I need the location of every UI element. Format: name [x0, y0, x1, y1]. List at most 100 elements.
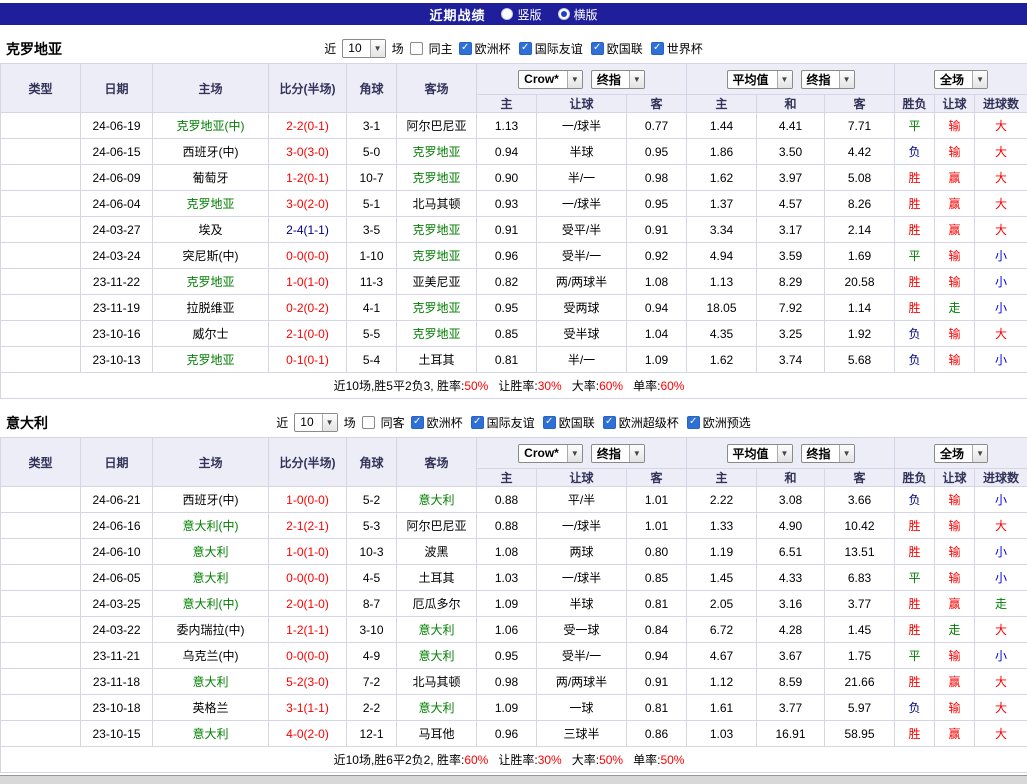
result-outcome: 平 — [895, 643, 935, 669]
layout-radio-horizontal[interactable]: 横版 — [558, 6, 598, 23]
checkbox-checked-icon[interactable]: ✓ — [543, 416, 556, 429]
competition-filter[interactable]: ✓欧国联 — [543, 414, 595, 431]
crown-away-odds: 0.95 — [627, 139, 687, 165]
average-odds-select[interactable]: 平均值 ▼ — [727, 70, 793, 89]
competition-filter[interactable]: ✓欧洲预选 — [687, 414, 751, 431]
radio-label: 横版 — [574, 6, 598, 23]
subcol-crown-handicap: 让球 — [537, 469, 627, 487]
subcol-avg-draw: 和 — [757, 469, 825, 487]
competition-label: 国际友谊 — [535, 40, 583, 57]
match-date: 24-06-09 — [81, 165, 153, 191]
bookmaker-select[interactable]: Crow* ▼ — [518, 70, 583, 89]
result-handicap: 走 — [935, 295, 975, 321]
competition-type: 欧洲杯 — [1, 269, 81, 295]
col-header-home: 主场 — [153, 64, 269, 113]
checkbox-checked-icon[interactable]: ✓ — [687, 416, 700, 429]
scope-select[interactable]: 全场 ▼ — [934, 444, 988, 463]
scope-group-header: 全场 ▼ — [895, 438, 1027, 469]
chevron-down-icon: ▼ — [972, 71, 987, 88]
result-outcome: 负 — [895, 487, 935, 513]
checkbox-checked-icon[interactable]: ✓ — [651, 42, 664, 55]
avg-away-odds: 8.26 — [825, 191, 895, 217]
scope-select[interactable]: 全场 ▼ — [934, 70, 988, 89]
crown-away-odds: 0.94 — [627, 643, 687, 669]
summary-part: 大率: — [572, 753, 599, 767]
match-score: 4-0(2-0) — [269, 721, 347, 747]
recent-results-page: 近期战绩 竖版 横版 克罗地亚 近 10 ▼ 场 同主 ✓欧洲杯✓国际友谊✓欧国… — [0, 0, 1027, 784]
summary-part: 30% — [538, 753, 562, 767]
crown-handicap-line: 两/两球半 — [537, 269, 627, 295]
result-handicap: 输 — [935, 243, 975, 269]
checkbox-checked-icon[interactable]: ✓ — [459, 42, 472, 55]
away-team: 土耳其 — [397, 565, 477, 591]
crown-home-odds: 0.81 — [477, 347, 537, 373]
corner-count: 5-3 — [347, 513, 397, 539]
avg-away-odds: 13.51 — [825, 539, 895, 565]
same-venue-checkbox[interactable] — [362, 416, 375, 429]
competition-filter[interactable]: ✓欧国联 — [591, 40, 643, 57]
avg-away-odds: 21.66 — [825, 669, 895, 695]
subcol-avg-draw: 和 — [757, 95, 825, 113]
croatia-results-table: 类型 日期 主场 比分(半场) 角球 客场 Crow* ▼ 终指 — [0, 63, 1027, 399]
match-date: 23-10-13 — [81, 347, 153, 373]
layout-radio-vertical[interactable]: 竖版 — [501, 6, 541, 23]
match-row: 欧洲杯23-11-22克罗地亚1-0(1-0)11-3亚美尼亚0.82两/两球半… — [1, 269, 1027, 295]
competition-filter[interactable]: ✓欧洲杯 — [459, 40, 511, 57]
competition-filter[interactable]: ✓世界杯 — [651, 40, 703, 57]
match-score: 3-0(2-0) — [269, 191, 347, 217]
average-odds-group-header: 平均值 ▼ 终指 ▼ — [687, 64, 895, 95]
subcol-crown-handicap: 让球 — [537, 95, 627, 113]
checkbox-checked-icon[interactable]: ✓ — [603, 416, 616, 429]
team-section-croatia: 克罗地亚 近 10 ▼ 场 同主 ✓欧洲杯✓国际友谊✓欧国联✓世界杯 类型 日期 — [0, 36, 1027, 399]
match-score: 2-2(0-1) — [269, 113, 347, 139]
final-odds-select[interactable]: 终指 ▼ — [591, 70, 645, 89]
match-date: 24-03-22 — [81, 617, 153, 643]
result-goals: 小 — [975, 243, 1027, 269]
competition-type: 欧洲杯 — [1, 721, 81, 747]
summary-part: 60% — [464, 753, 488, 767]
crown-handicap-line: 一球 — [537, 695, 627, 721]
avg-home-odds: 18.05 — [687, 295, 757, 321]
result-handicap: 赢 — [935, 217, 975, 243]
competition-filter[interactable]: ✓欧洲杯 — [411, 414, 463, 431]
bookmaker-select[interactable]: Crow* ▼ — [518, 444, 583, 463]
checkbox-checked-icon[interactable]: ✓ — [519, 42, 532, 55]
corner-count: 4-5 — [347, 565, 397, 591]
avg-draw-odds: 4.90 — [757, 513, 825, 539]
subcol-crown-home: 主 — [477, 469, 537, 487]
match-count-value: 10 — [300, 415, 321, 429]
competition-type: 国际友谊 — [1, 539, 81, 565]
match-count-select[interactable]: 10 ▼ — [342, 39, 385, 58]
avg-draw-odds: 3.25 — [757, 321, 825, 347]
summary-part: 50% — [660, 753, 684, 767]
crown-handicap-line: 半/一 — [537, 347, 627, 373]
final-odds-select[interactable]: 终指 ▼ — [801, 70, 855, 89]
checkbox-checked-icon[interactable]: ✓ — [411, 416, 424, 429]
crown-away-odds: 0.81 — [627, 591, 687, 617]
crown-handicap-line: 受半/一 — [537, 643, 627, 669]
match-row: 欧洲杯23-11-19拉脱维亚0-2(0-2)4-1克罗地亚0.95受两球0.9… — [1, 295, 1027, 321]
avg-draw-odds: 8.59 — [757, 669, 825, 695]
avg-home-odds: 3.34 — [687, 217, 757, 243]
competition-filter[interactable]: ✓欧洲超级杯 — [603, 414, 679, 431]
result-goals: 小 — [975, 487, 1027, 513]
home-team: 克罗地亚 — [153, 191, 269, 217]
competition-type: 国际友谊 — [1, 565, 81, 591]
competition-filter[interactable]: ✓国际友谊 — [519, 40, 583, 57]
competition-filter[interactable]: ✓国际友谊 — [471, 414, 535, 431]
final-odds-select[interactable]: 终指 ▼ — [801, 444, 855, 463]
chevron-down-icon: ▼ — [567, 71, 582, 88]
home-team: 西班牙(中) — [153, 487, 269, 513]
checkbox-checked-icon[interactable]: ✓ — [471, 416, 484, 429]
result-outcome: 胜 — [895, 295, 935, 321]
average-odds-select[interactable]: 平均值 ▼ — [727, 444, 793, 463]
match-count-select[interactable]: 10 ▼ — [294, 413, 337, 432]
match-score: 0-1(0-1) — [269, 347, 347, 373]
result-outcome: 负 — [895, 695, 935, 721]
crown-home-odds: 0.91 — [477, 217, 537, 243]
same-venue-label: 同主 — [429, 40, 453, 57]
same-venue-checkbox[interactable] — [410, 42, 423, 55]
result-outcome: 胜 — [895, 539, 935, 565]
final-odds-select[interactable]: 终指 ▼ — [591, 444, 645, 463]
checkbox-checked-icon[interactable]: ✓ — [591, 42, 604, 55]
